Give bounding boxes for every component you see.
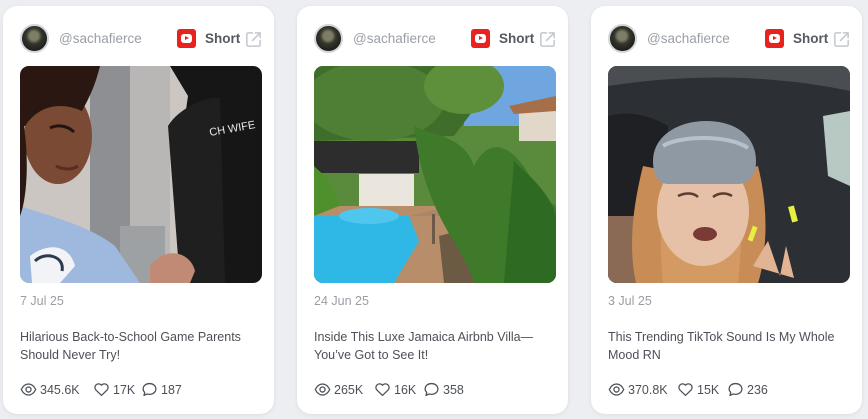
heart-icon <box>375 383 390 397</box>
youtube-icon <box>765 29 784 48</box>
username[interactable]: @sachafierce <box>353 31 436 46</box>
heart-icon <box>678 383 693 397</box>
video-thumbnail[interactable] <box>314 66 556 283</box>
comments-count: 358 <box>443 383 464 397</box>
platform-label: Short <box>205 31 241 46</box>
engagement-stats: 265K 16K 358 <box>314 381 556 399</box>
card-header: @sachafierce Short <box>591 24 862 54</box>
video-title[interactable]: This Trending TikTok Sound Is My Whole M… <box>608 328 850 364</box>
external-link-icon[interactable] <box>244 30 263 49</box>
comment-icon <box>424 382 439 397</box>
views-count: 265K <box>334 383 364 397</box>
eye-icon <box>20 383 37 396</box>
video-thumbnail[interactable] <box>608 66 850 283</box>
video-card[interactable]: @sachafierce Short <box>591 6 862 414</box>
eye-icon <box>608 383 625 396</box>
likes-count: 16K <box>394 383 417 397</box>
card-header: @sachafierce Short <box>3 24 274 54</box>
views-count: 345.6K <box>40 383 80 397</box>
card-header: @sachafierce Short <box>297 24 568 54</box>
eye-icon <box>314 383 331 396</box>
platform-label: Short <box>499 31 535 46</box>
avatar[interactable] <box>608 24 637 53</box>
likes-count: 15K <box>697 383 720 397</box>
comments-count: 187 <box>161 383 182 397</box>
external-link-icon[interactable] <box>538 30 557 49</box>
video-card[interactable]: @sachafierce Short <box>297 6 568 414</box>
video-title[interactable]: Inside This Luxe Jamaica Airbnb Villa—Yo… <box>314 328 556 364</box>
publish-date: 3 Jul 25 <box>608 294 652 308</box>
comments-count: 236 <box>747 383 768 397</box>
external-link-icon[interactable] <box>832 30 851 49</box>
comment-icon <box>142 382 157 397</box>
video-card-grid: @sachafierce Short CH WIFE 7 Jul 25 Hila… <box>0 0 868 419</box>
comment-icon <box>728 382 743 397</box>
publish-date: 24 Jun 25 <box>314 294 369 308</box>
avatar[interactable] <box>20 24 49 53</box>
youtube-icon <box>471 29 490 48</box>
platform-label: Short <box>793 31 829 46</box>
avatar[interactable] <box>314 24 343 53</box>
username[interactable]: @sachafierce <box>647 31 730 46</box>
engagement-stats: 345.6K 17K 187 <box>20 381 262 399</box>
views-count: 370.8K <box>628 383 668 397</box>
publish-date: 7 Jul 25 <box>20 294 64 308</box>
video-card[interactable]: @sachafierce Short CH WIFE 7 Jul 25 Hila… <box>3 6 274 414</box>
heart-icon <box>94 383 109 397</box>
video-thumbnail[interactable]: CH WIFE <box>20 66 262 283</box>
engagement-stats: 370.8K 15K 236 <box>608 381 850 399</box>
video-title[interactable]: Hilarious Back-to-School Game Parents Sh… <box>20 328 262 364</box>
username[interactable]: @sachafierce <box>59 31 142 46</box>
youtube-icon <box>177 29 196 48</box>
likes-count: 17K <box>113 383 136 397</box>
